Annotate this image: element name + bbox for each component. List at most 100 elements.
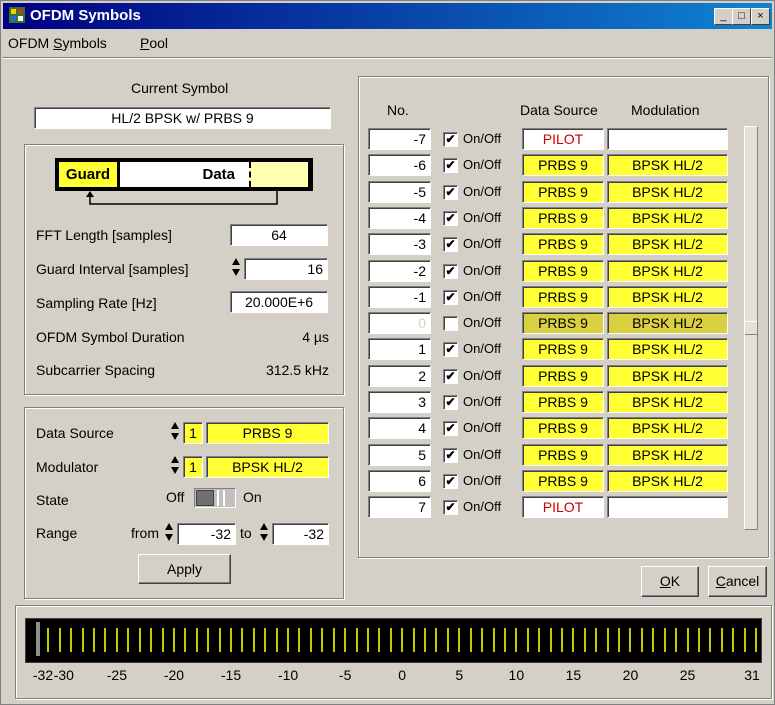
guard-interval-field[interactable]: 16 bbox=[244, 258, 328, 280]
data-source-cell[interactable]: PRBS 9 bbox=[522, 233, 604, 256]
data-source-cell[interactable]: PRBS 9 bbox=[522, 469, 604, 492]
onoff-checkbox[interactable]: ✔ bbox=[443, 289, 458, 305]
data-source-cell[interactable]: PRBS 9 bbox=[522, 443, 604, 466]
axis-tick-label: 25 bbox=[679, 667, 696, 683]
range-to-field[interactable]: -32 bbox=[272, 523, 329, 545]
subcarrier-tick bbox=[663, 628, 666, 652]
guard-interval-spinner[interactable] bbox=[231, 256, 241, 278]
subcarrier-number[interactable]: 0 bbox=[368, 312, 431, 335]
modulation-cell[interactable]: BPSK HL/2 bbox=[607, 391, 728, 413]
onoff-checkbox[interactable]: ✔ bbox=[443, 368, 458, 384]
data-source-cell[interactable]: PRBS 9 bbox=[522, 364, 604, 387]
title-bar[interactable]: OFDM Symbols _ □ × bbox=[3, 3, 772, 29]
onoff-checkbox[interactable]: ✔ bbox=[443, 500, 458, 516]
subcarrier-number[interactable]: 3 bbox=[368, 391, 431, 413]
modulation-cell[interactable]: BPSK HL/2 bbox=[607, 469, 728, 492]
modulation-cell[interactable]: BPSK HL/2 bbox=[607, 154, 728, 177]
subcarrier-number[interactable]: -3 bbox=[368, 233, 431, 256]
apply-button[interactable]: Apply bbox=[138, 554, 231, 584]
subcarrier-number[interactable]: -6 bbox=[368, 154, 431, 177]
data-source-cell[interactable]: PILOT bbox=[522, 496, 604, 519]
modulation-cell[interactable]: BPSK HL/2 bbox=[607, 233, 728, 256]
modulation-cell[interactable]: BPSK HL/2 bbox=[607, 312, 728, 335]
subcarrier-tick bbox=[70, 628, 73, 652]
subcarrier-number[interactable]: 2 bbox=[368, 364, 431, 387]
data-source-cell[interactable]: PRBS 9 bbox=[522, 285, 604, 308]
onoff-checkbox[interactable]: ✔ bbox=[443, 421, 458, 437]
modulator-spinner[interactable] bbox=[170, 454, 180, 476]
modulator-field[interactable]: BPSK HL/2 bbox=[206, 456, 329, 478]
data-source-cell[interactable]: PRBS 9 bbox=[522, 154, 604, 177]
data-source-index[interactable]: 1 bbox=[183, 422, 203, 444]
data-source-cell[interactable]: PILOT bbox=[522, 128, 604, 150]
data-source-cell[interactable]: PRBS 9 bbox=[522, 312, 604, 335]
onoff-checkbox[interactable]: ✔ bbox=[443, 184, 458, 200]
subcarrier-number[interactable]: 6 bbox=[368, 469, 431, 492]
subcarrier-number[interactable]: -1 bbox=[368, 285, 431, 308]
modulation-cell[interactable]: BPSK HL/2 bbox=[607, 259, 728, 282]
subcarrier-number[interactable]: 4 bbox=[368, 417, 431, 440]
subcarrier-tick bbox=[309, 628, 312, 652]
range-to-spinner[interactable] bbox=[259, 521, 269, 543]
data-source-spinner[interactable] bbox=[170, 420, 180, 442]
subcarrier-tick bbox=[526, 628, 529, 652]
range-from-field[interactable]: -32 bbox=[177, 523, 236, 545]
modulation-cell[interactable]: BPSK HL/2 bbox=[607, 338, 728, 361]
subcarrier-number[interactable]: -5 bbox=[368, 180, 431, 203]
subcarrier-number[interactable]: -7 bbox=[368, 128, 431, 150]
fft-length-field[interactable]: 64 bbox=[230, 224, 328, 246]
state-toggle[interactable] bbox=[194, 488, 236, 508]
ok-button[interactable]: OK bbox=[641, 566, 699, 597]
data-source-cell[interactable]: PRBS 9 bbox=[522, 391, 604, 413]
symbol-duration-value: 4 µs bbox=[302, 329, 329, 345]
subcarrier-number[interactable]: -2 bbox=[368, 259, 431, 282]
maximize-button[interactable]: □ bbox=[732, 8, 751, 25]
sampling-rate-field[interactable]: 20.000E+6 bbox=[230, 291, 328, 313]
state-toggle-knob[interactable] bbox=[196, 490, 214, 506]
menu-pool[interactable]: Pool bbox=[140, 35, 168, 51]
data-source-field[interactable]: PRBS 9 bbox=[206, 422, 329, 444]
onoff-checkbox[interactable]: ✔ bbox=[443, 237, 458, 253]
modulation-cell[interactable] bbox=[607, 128, 728, 150]
modulation-cell[interactable]: BPSK HL/2 bbox=[607, 443, 728, 466]
onoff-checkbox[interactable]: ✔ bbox=[443, 132, 458, 147]
data-source-cell[interactable]: PRBS 9 bbox=[522, 180, 604, 203]
onoff-checkbox[interactable]: ✔ bbox=[443, 210, 458, 226]
onoff-checkbox[interactable]: ✔ bbox=[443, 395, 458, 410]
close-button[interactable]: × bbox=[751, 8, 770, 25]
onoff-checkbox[interactable]: ✔ bbox=[443, 158, 458, 174]
subcarrier-number[interactable]: 5 bbox=[368, 443, 431, 466]
cancel-button[interactable]: Cancel bbox=[708, 566, 767, 597]
modulation-cell[interactable]: BPSK HL/2 bbox=[607, 180, 728, 203]
data-source-cell[interactable]: PRBS 9 bbox=[522, 338, 604, 361]
subcarrier-tick bbox=[652, 628, 655, 652]
onoff-checkbox[interactable]: ✔ bbox=[443, 263, 458, 279]
subcarrier-tick bbox=[469, 628, 472, 652]
onoff-checkbox[interactable]: ✔ bbox=[443, 447, 458, 463]
subcarrier-number[interactable]: -4 bbox=[368, 206, 431, 229]
subcarrier-tick bbox=[549, 628, 552, 652]
modulation-cell[interactable]: BPSK HL/2 bbox=[607, 417, 728, 440]
subcarrier-number[interactable]: 1 bbox=[368, 338, 431, 361]
modulator-index[interactable]: 1 bbox=[183, 456, 203, 478]
onoff-checkbox[interactable]: ✔ bbox=[443, 342, 458, 358]
data-source-cell[interactable]: PRBS 9 bbox=[522, 259, 604, 282]
axis-tick-label: -15 bbox=[220, 667, 242, 683]
minimize-button[interactable]: _ bbox=[714, 8, 733, 25]
modulation-cell[interactable] bbox=[607, 496, 728, 519]
range-from-spinner[interactable] bbox=[164, 521, 174, 543]
subcarrier-tick bbox=[161, 628, 164, 652]
onoff-label: On/Off bbox=[463, 472, 502, 488]
menu-ofdm-symbols[interactable]: OFDM Symbols bbox=[8, 35, 107, 51]
modulation-cell[interactable]: BPSK HL/2 bbox=[607, 206, 728, 229]
modulation-cell[interactable]: BPSK HL/2 bbox=[607, 285, 728, 308]
onoff-checkbox[interactable]: ✔ bbox=[443, 473, 458, 489]
subcarrier-tick bbox=[36, 622, 40, 656]
subcarrier-tick bbox=[241, 628, 244, 652]
data-source-cell[interactable]: PRBS 9 bbox=[522, 417, 604, 440]
data-source-cell[interactable]: PRBS 9 bbox=[522, 206, 604, 229]
modulation-cell[interactable]: BPSK HL/2 bbox=[607, 364, 728, 387]
onoff-checkbox[interactable] bbox=[443, 316, 458, 332]
current-symbol-field[interactable]: HL/2 BPSK w/ PRBS 9 bbox=[34, 107, 331, 129]
subcarrier-number[interactable]: 7 bbox=[368, 496, 431, 519]
